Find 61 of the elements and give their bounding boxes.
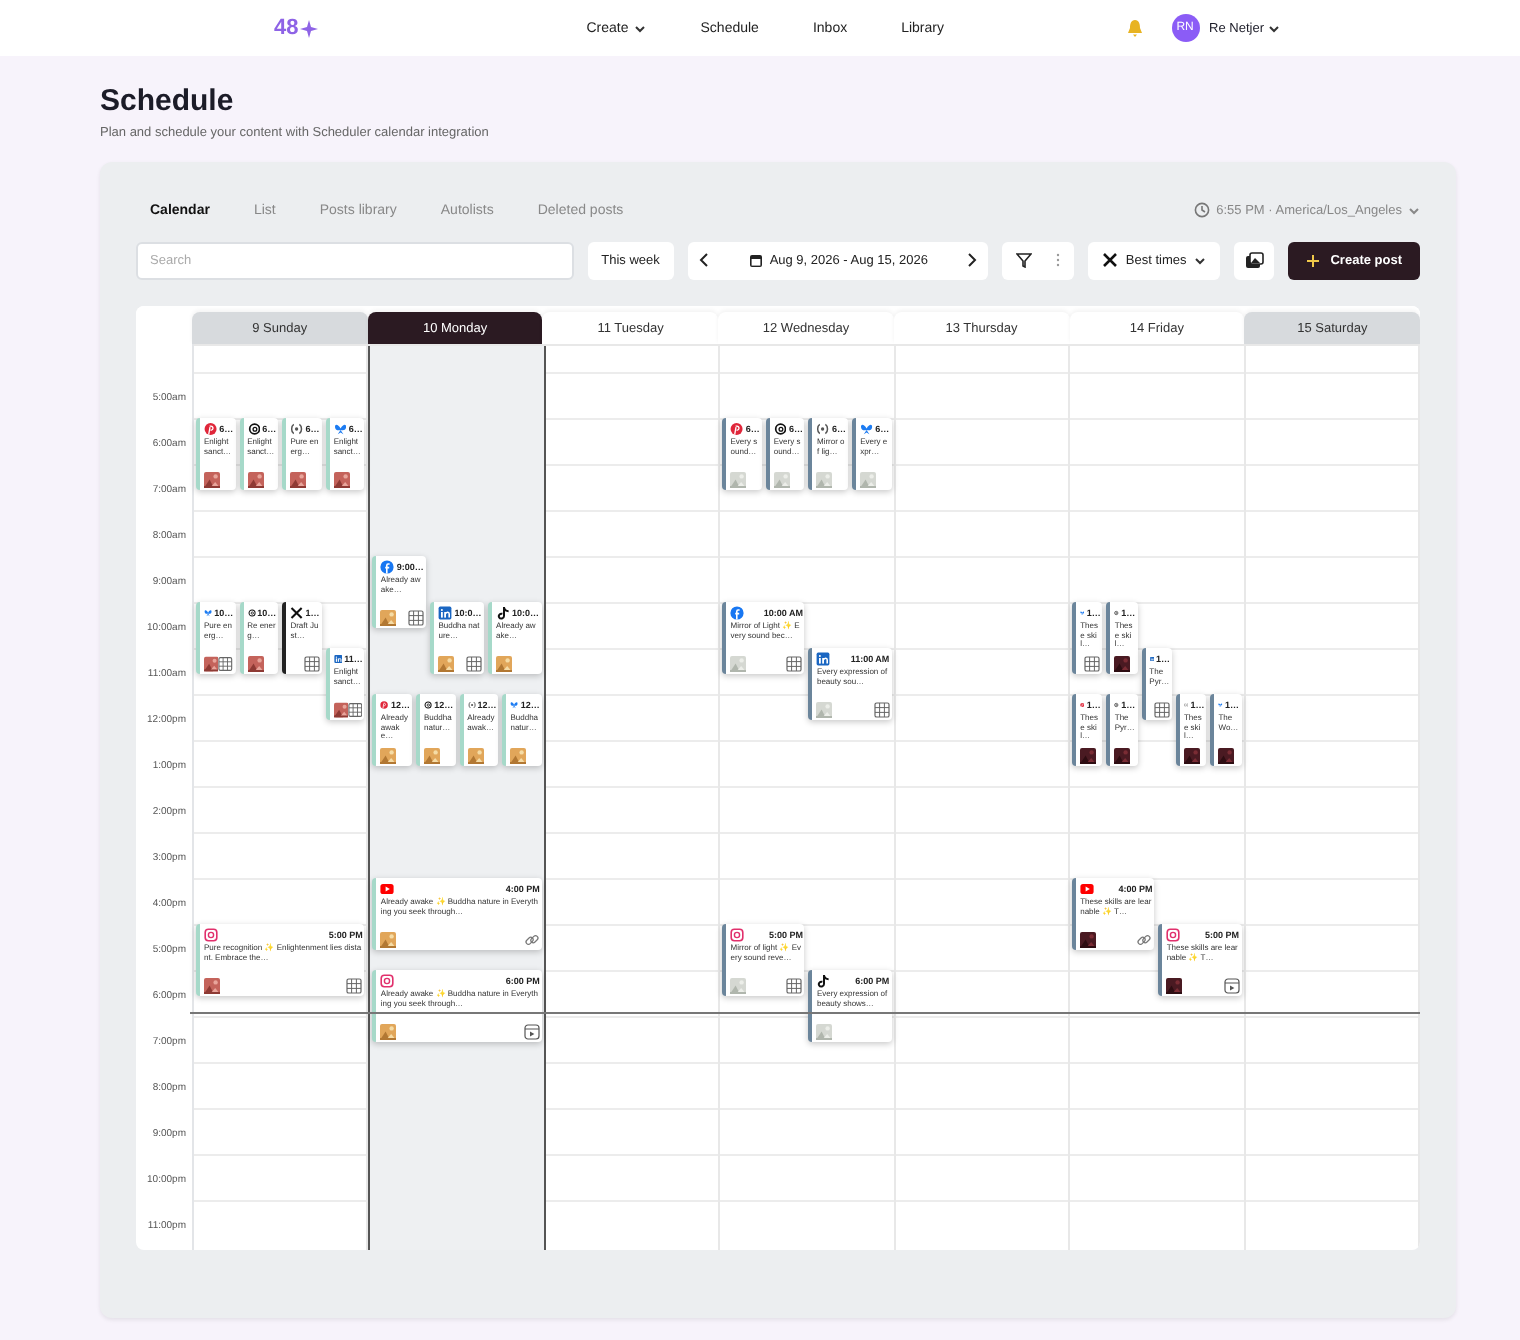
filter-icon — [1015, 252, 1032, 268]
link-icon — [1136, 932, 1153, 948]
social-icon — [204, 605, 213, 619]
social-icon — [496, 605, 511, 619]
social-icon — [380, 559, 395, 573]
more-icon — [1055, 252, 1060, 268]
grid-icon — [348, 702, 363, 718]
images-icon — [1244, 251, 1265, 269]
social-icon — [204, 421, 218, 435]
social-icon — [438, 605, 453, 619]
social-icon — [290, 605, 304, 619]
social-icon — [247, 605, 256, 619]
social-icon — [467, 697, 476, 711]
link-icon — [523, 932, 540, 948]
social-icon — [1080, 881, 1095, 895]
sparkle-icon — [300, 18, 319, 38]
chevron-icon — [1408, 205, 1420, 215]
social-icon — [510, 697, 519, 711]
social-icon — [730, 421, 744, 435]
clock-icon — [1194, 202, 1211, 218]
grid-icon — [786, 978, 803, 994]
social-icon — [730, 927, 745, 941]
social-icon — [773, 421, 787, 435]
chevron-icon — [1194, 255, 1207, 265]
grid-icon — [466, 656, 483, 672]
grid-icon — [1153, 702, 1170, 718]
social-icon — [730, 605, 745, 619]
social-icon — [816, 421, 831, 435]
social-icon — [816, 651, 831, 665]
social-icon — [333, 651, 343, 665]
social-icon — [816, 973, 831, 987]
chevron-right-icon — [965, 252, 978, 268]
social-icon — [1149, 651, 1154, 665]
social-icon — [333, 421, 347, 435]
social-icon — [380, 697, 389, 711]
social-icon — [424, 697, 433, 711]
grid-icon — [346, 978, 363, 994]
social-icon — [380, 973, 395, 987]
media-button[interactable] — [1234, 241, 1275, 279]
reel-icon — [1223, 978, 1240, 994]
chevron-left-icon — [697, 252, 710, 268]
logo[interactable]: 48 — [274, 16, 299, 40]
social-icon — [380, 881, 395, 895]
calendar-icon — [747, 252, 764, 268]
social-icon — [1183, 697, 1189, 711]
social-icon — [204, 927, 218, 941]
plus-icon — [1306, 253, 1321, 267]
social-icon — [247, 421, 261, 435]
grid-icon — [303, 656, 320, 672]
filter-button[interactable] — [1001, 241, 1074, 279]
social-icon — [860, 421, 874, 435]
social-icon — [1166, 927, 1181, 941]
grid-icon — [1084, 656, 1101, 672]
page-title: Schedule — [100, 84, 236, 118]
x-icon — [1101, 252, 1118, 268]
grid-icon — [408, 610, 425, 626]
grid-icon — [218, 656, 234, 672]
grid-icon — [786, 656, 803, 672]
reel-icon — [523, 1024, 540, 1040]
grid-icon — [873, 702, 890, 718]
social-icon — [290, 421, 304, 435]
